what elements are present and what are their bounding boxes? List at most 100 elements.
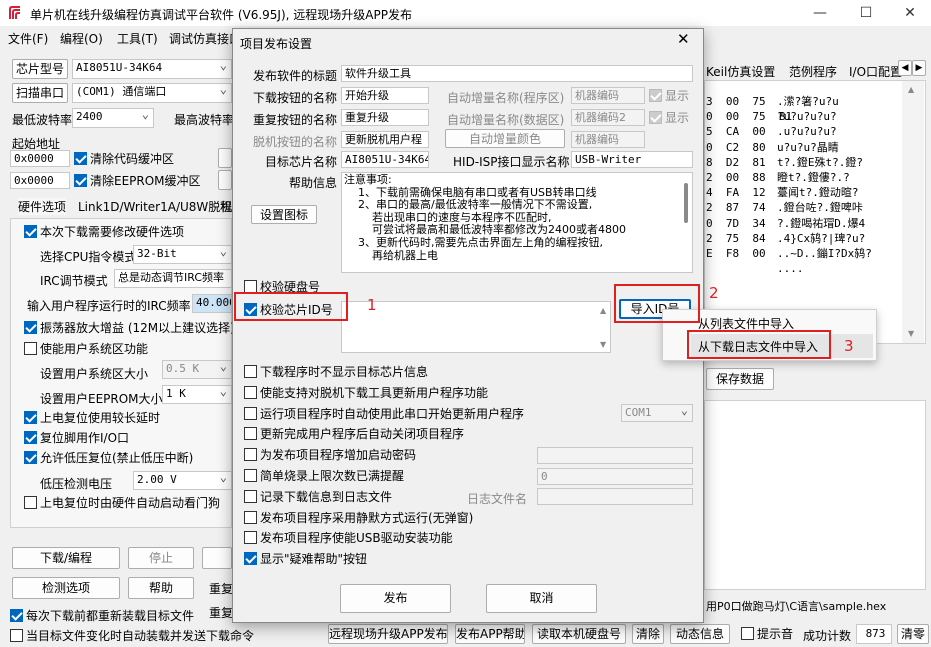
option-checkbox[interactable]: 显示"疑难帮助"按钮 [244,552,367,566]
start-addr1-input[interactable]: 0x0000 [10,150,70,167]
low-volt-select[interactable]: 2.00 V [133,471,232,490]
reload-each-checkbox[interactable]: 每次下载前都重新装载目标文件 [10,609,194,623]
check-options-button[interactable]: 检测选项 [12,577,120,599]
option-checkbox[interactable]: 发布项目程序采用静默方式运行(无弹窗) [244,510,473,525]
tab-link1d[interactable]: Link1D/Writer1A/U8W脱机 [78,198,232,215]
dialog-close-icon[interactable]: ✕ [677,30,690,48]
reload-each-label: 每次下载前都重新装载目标文件 [26,609,195,623]
clear-code-checkbox[interactable]: 清除代码缓冲区 [74,152,174,166]
min-baud-select[interactable]: 2400 [72,108,154,128]
sys-area-size-select[interactable]: 0.5 K [162,360,232,379]
hex-scrollbar[interactable]: ▲ ▼ [902,81,924,343]
machine-code1-input[interactable]: 机器编码 [571,87,645,104]
reset-pin-io-checkbox[interactable]: 复位脚用作I/O口 [24,431,129,445]
auto-load-checkbox[interactable]: 当目标文件变化时自动装载并发送下载命令 [10,629,254,643]
target-chip-input[interactable]: AI8051U-34K64 [341,151,429,168]
watchdog-checkbox[interactable]: 上电复位时由硬件自动启动看门狗 [24,496,220,510]
close-button[interactable]: ✕ [887,2,931,24]
set-icon-button[interactable]: 设置图标 [251,205,317,224]
scroll-up-icon[interactable]: ▲ [908,85,914,94]
tab-keil[interactable]: Keil仿真设置 [706,63,775,80]
scroll-up-icon[interactable]: ▲ [600,306,606,315]
low-volt-reset-checkbox[interactable]: 允许低压复位(禁止低压中断) [24,451,193,465]
hex-bytes: 3 00 75 [706,95,766,108]
menu-debug[interactable]: 调试仿真接口 [169,30,241,47]
tab-io[interactable]: I/O口配置 [849,63,902,80]
tab-program[interactable]: 程 [220,198,232,215]
checkbox-icon [244,469,257,482]
com-select[interactable]: COM1 [621,404,693,422]
machine-code2-input[interactable]: 机器编码2 [571,109,645,126]
retry-btn-input[interactable]: 重复升级 [341,109,429,126]
clear-code-label: 清除代码缓冲区 [90,152,175,166]
option-checkbox[interactable]: 为发布项目程序增加启动密码 [244,448,416,462]
scroll-down-icon[interactable]: ▼ [600,340,606,349]
help-button[interactable]: 帮助 [128,577,194,599]
side-button-2[interactable] [218,170,232,190]
menu-file[interactable]: 文件(F) [8,30,48,47]
clear-button[interactable]: 清除 [632,624,664,644]
tab-scroll-left-icon[interactable]: ◀ [898,60,912,76]
irc-freq-input[interactable]: 40.000 [192,294,232,313]
hex-ascii: .潆?箸?u?u [777,95,839,108]
beep-checkbox[interactable]: 提示音 [741,627,793,641]
side-button-1[interactable] [218,148,232,168]
option-checkbox[interactable]: 更新完成用户程序后自动关闭项目程序 [244,427,464,441]
tab-examples[interactable]: 范例程序 [789,63,837,80]
scroll-down-icon[interactable]: ▼ [908,329,914,338]
clear-count-button[interactable]: 清零 [897,624,929,644]
minimize-button[interactable]: — [797,2,843,24]
download-button[interactable]: 下载/编程 [12,547,120,569]
hex-ascii: u?u?u?晶睛 [777,140,839,154]
help-info-textarea[interactable]: 注意事项: 1、下载前需确保电脑有串口或者有USB转串口线 2、串口的最高/最低… [341,172,693,273]
tab-hardware[interactable]: 硬件选项 [18,198,67,215]
chip-id-list[interactable]: ▲ ▼ [341,301,611,353]
password-input[interactable] [537,447,693,464]
option-checkbox[interactable]: 使能支持对脱机下载工具更新用户程序功能 [244,385,488,400]
side-button-3[interactable] [202,547,232,569]
modify-hw-checkbox[interactable]: 本次下载需要修改硬件选项 [24,225,184,239]
cpu-mode-label: 选择CPU指令模式 [40,250,137,264]
machine-code3-input[interactable]: 机器编码 [571,131,645,148]
port-select[interactable]: (COM1) 通信端口 [72,83,232,103]
pub-title-input[interactable]: 软件升级工具 [341,65,693,82]
publish-button[interactable]: 发布 [340,584,451,613]
irc-mode-select[interactable]: 总是动态调节IRC频率 [114,269,232,288]
chip-type-select[interactable]: AI8051U-34K64 [72,59,232,79]
option-checkbox[interactable]: 运行项目程序时自动使用此串口开始更新用户程序 [244,406,524,421]
cancel-button[interactable]: 取消 [486,584,597,613]
user-sys-area-checkbox[interactable]: 使能用户系统区功能 [24,342,148,356]
remote-publish-button[interactable]: 远程现场升级APP发布 [328,624,448,644]
hid-input[interactable]: USB-Writer [571,151,693,168]
show2-checkbox[interactable]: 显示 [649,111,689,125]
option-checkbox[interactable]: 下载程序时不显示目标芯片信息 [244,365,428,379]
scan-port-button[interactable]: 扫描串口 [12,83,68,103]
maximize-button[interactable]: ☐ [843,2,889,24]
option-checkbox[interactable]: 发布项目程序使能USB驱动安装功能 [244,531,453,545]
osc-gain-checkbox[interactable]: 振荡器放大增益 (12M以上建议选择) [24,321,235,335]
read-disk-button[interactable]: 读取本机硬盘号 [532,624,626,644]
limit-input[interactable]: 0 [537,468,693,485]
publish-help-button[interactable]: 发布APP帮助 [455,624,525,644]
dl-btn-input[interactable]: 开始升级 [341,87,429,104]
save-data-button[interactable]: 保存数据 [706,368,774,390]
menu-tools[interactable]: 工具(T) [117,30,158,47]
menu-program[interactable]: 编程(O) [60,30,103,47]
dl-btn-label: 下载按钮的名称 [253,91,338,105]
show1-checkbox[interactable]: 显示 [649,89,689,103]
cpu-mode-select[interactable]: 32-Bit [133,245,232,264]
offline-btn-input[interactable]: 更新脱机用户程 [341,131,429,148]
stop-button[interactable]: 停止 [128,547,194,569]
option-checkbox[interactable]: 记录下载信息到日志文件 [244,489,392,504]
chip-type-button[interactable]: 芯片型号 [12,59,68,79]
help-scrollbar-thumb[interactable] [684,183,688,223]
long-delay-checkbox[interactable]: 上电复位使用较长延时 [24,411,160,425]
auto-inc-color-button[interactable]: 自动增量颜色 [445,129,565,148]
eeprom-size-select[interactable]: 1 K [162,385,232,404]
tab-scroll-right-icon[interactable]: ▶ [912,60,926,76]
log-name-input[interactable] [537,488,693,505]
start-addr2-input[interactable]: 0x0000 [10,172,70,189]
clear-eeprom-checkbox[interactable]: 清除EEPROM缓冲区 [74,174,201,188]
dynamic-info-button[interactable]: 动态信息 [670,624,730,644]
option-checkbox[interactable]: 简单烧录上限次数已满提醒 [244,469,404,483]
